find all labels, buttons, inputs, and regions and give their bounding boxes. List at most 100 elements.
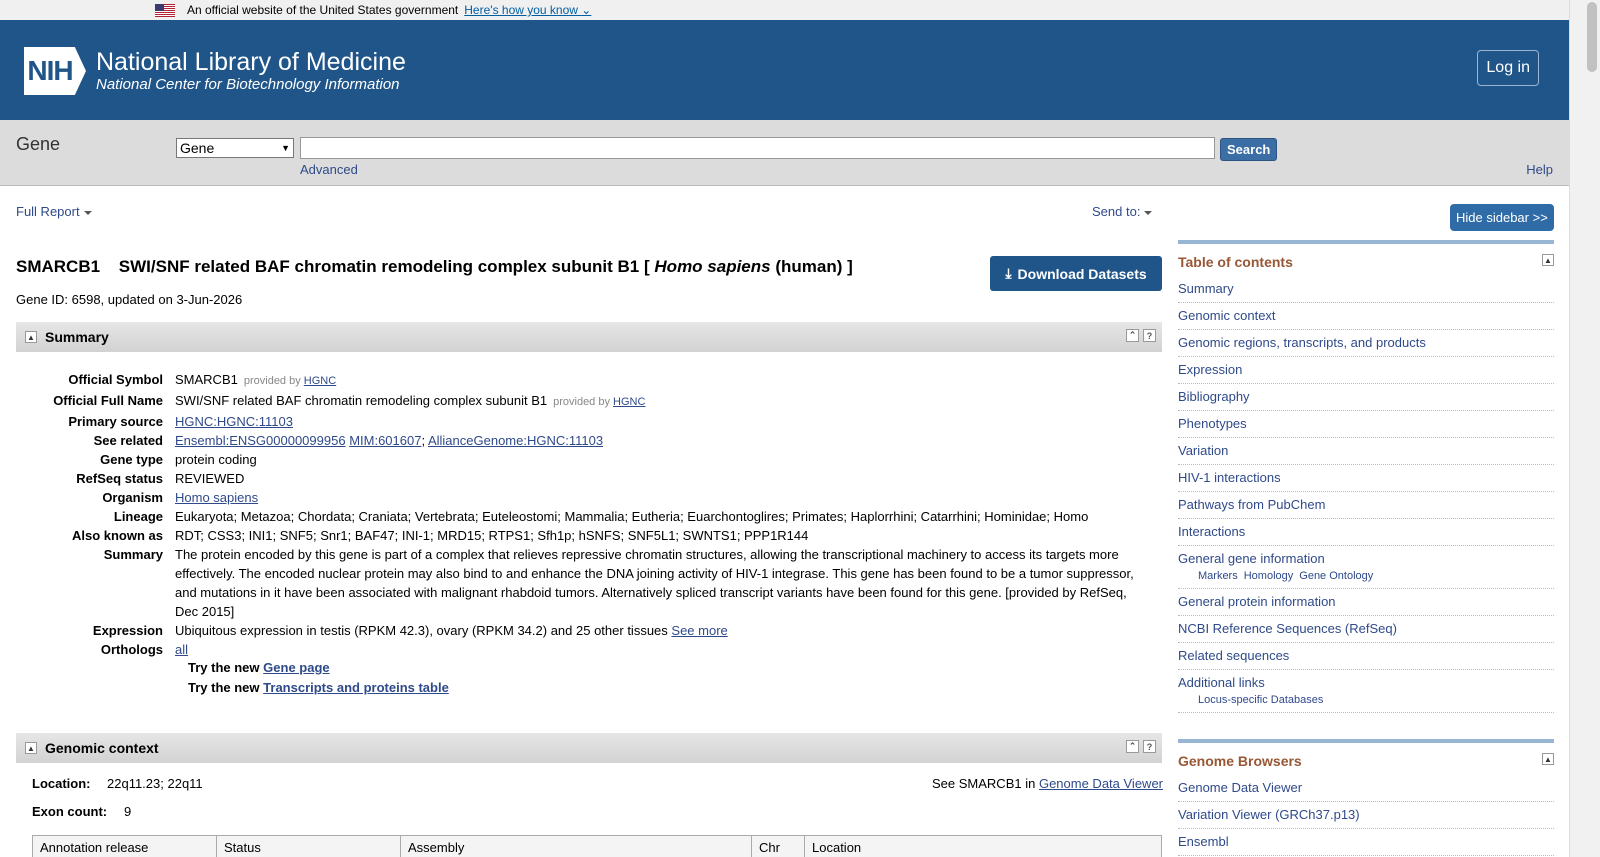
- expression-label: Expression: [92, 623, 163, 638]
- summary-text: The protein encoded by this gene is part…: [175, 547, 1134, 619]
- toc-item[interactable]: HIV-1 interactions: [1178, 465, 1554, 492]
- location-label: Location:: [32, 776, 91, 791]
- alliance-genome-link[interactable]: AllianceGenome:HGNC:11103: [428, 433, 603, 448]
- transcripts-table-link[interactable]: Transcripts and proteins table: [263, 680, 449, 695]
- gene-symbol: SMARCB1: [16, 257, 101, 276]
- chevron-down-icon: ⌄: [581, 3, 592, 17]
- toc-subitem[interactable]: Markers: [1198, 570, 1238, 582]
- genome-data-viewer-link[interactable]: Genome Data Viewer: [1039, 776, 1163, 791]
- nih-logo-mark: NIH: [24, 47, 86, 95]
- gov-banner: An official website of the United States…: [0, 0, 1569, 20]
- column-header: Location: [812, 840, 862, 855]
- sidebar-toc: Table of contents ▲ Summary Genomic conte…: [1178, 240, 1554, 856]
- hgnc-link[interactable]: HGNC: [613, 396, 645, 408]
- try-new-gene-page: Try the new Gene page: [188, 660, 330, 675]
- search-button[interactable]: Search: [1220, 138, 1278, 161]
- genomic-context-section-header[interactable]: ▲ Genomic context ⌃?: [16, 733, 1162, 763]
- caret-down-icon: [1144, 210, 1153, 215]
- collapse-icon[interactable]: ▲: [1542, 753, 1554, 765]
- primary-source-link[interactable]: HGNC:HGNC:11103: [175, 414, 293, 429]
- location-value: 22q11.23; 22q11: [107, 776, 203, 791]
- help-icon[interactable]: ?: [1143, 740, 1156, 753]
- refseq-status-value: REVIEWED: [175, 471, 245, 486]
- see-in-text: See SMARCB1 in: [932, 776, 1036, 791]
- hgnc-link[interactable]: HGNC: [304, 375, 336, 387]
- toc-item[interactable]: General gene information: [1178, 551, 1554, 566]
- exon-count-row: Exon count: 9: [32, 804, 131, 819]
- summary-table: Official Symbol SMARCB1 provided by HGNC O…: [16, 370, 1146, 659]
- genome-browser-item[interactable]: Ensembl: [1178, 829, 1554, 856]
- try-new-transcripts: Try the new Transcripts and proteins tab…: [188, 680, 449, 695]
- official-full-name-value: SWI/SNF related BAF chromatin remodeling…: [175, 393, 548, 408]
- see-more-link[interactable]: See more: [671, 623, 727, 638]
- database-title: Gene: [16, 134, 61, 154]
- also-known-as-label: Also known as: [71, 528, 163, 543]
- expression-value: Ubiquitous expression in testis (RPKM 42…: [175, 623, 668, 638]
- section-title: Genomic context: [45, 740, 159, 756]
- genome-browser-item[interactable]: Variation Viewer (GRCh37.p13): [1178, 802, 1554, 829]
- toc-item[interactable]: Interactions: [1178, 519, 1554, 546]
- toc-item[interactable]: Related sequences: [1178, 643, 1554, 670]
- collapse-icon[interactable]: ▲: [25, 742, 37, 754]
- gene-name: SWI/SNF related BAF chromatin remodeling…: [118, 257, 640, 276]
- collapse-icon[interactable]: ▲: [1542, 254, 1554, 266]
- advanced-search-link[interactable]: Advanced: [300, 162, 358, 177]
- provided-by-text: provided by: [553, 396, 610, 408]
- see-in-gdv: See SMARCB1 in Genome Data Viewer: [932, 776, 1163, 791]
- genome-browser-item[interactable]: Genome Data Viewer: [1178, 775, 1554, 802]
- nlm-logo[interactable]: NIH National Library of Medicine Nationa…: [24, 47, 406, 95]
- orthologs-all-link[interactable]: all: [175, 642, 188, 657]
- search-input[interactable]: [300, 137, 1215, 159]
- gene-page-link[interactable]: Gene page: [263, 660, 329, 675]
- toc-subitem[interactable]: Locus-specific Databases: [1198, 694, 1323, 706]
- column-header: Annotation release: [33, 836, 217, 857]
- help-icon[interactable]: ?: [1143, 329, 1156, 342]
- toc-item[interactable]: Pathways from PubChem: [1178, 492, 1554, 519]
- page-scrollbar[interactable]: [1569, 0, 1600, 857]
- toc-item[interactable]: Genomic context: [1178, 303, 1554, 330]
- toc-item[interactable]: Bibliography: [1178, 384, 1554, 411]
- toc-item[interactable]: Additional links: [1178, 675, 1554, 690]
- collapse-icon[interactable]: ▲: [25, 331, 37, 343]
- toc-subitem[interactable]: Gene Ontology: [1299, 570, 1373, 582]
- full-report-menu[interactable]: Full Report: [16, 204, 92, 219]
- how-you-know-label: Here's how you know: [464, 3, 578, 17]
- toc-item[interactable]: Phenotypes: [1178, 411, 1554, 438]
- send-to-label: Send to:: [1092, 204, 1141, 219]
- send-to-menu[interactable]: Send to:: [1092, 204, 1153, 219]
- toc-title: Table of contents: [1178, 254, 1293, 270]
- hide-sidebar-button[interactable]: Hide sidebar >>: [1450, 204, 1554, 231]
- scroll-top-icon[interactable]: ⌃: [1126, 329, 1139, 342]
- column-header: Chr: [752, 836, 805, 857]
- try-new-text: Try the new: [188, 680, 260, 695]
- toc-item-general-gene-info: General gene information Markers Homology…: [1178, 546, 1554, 589]
- lineage-value: Eukaryota; Metazoa; Chordata; Craniata; …: [175, 509, 1089, 524]
- toc-item[interactable]: Summary: [1178, 276, 1554, 303]
- login-button[interactable]: Log in: [1477, 50, 1539, 86]
- toc-subitem[interactable]: Homology: [1244, 570, 1294, 582]
- ensembl-link[interactable]: Ensembl:ENSG00000099956: [175, 433, 346, 448]
- site-subtitle: National Center for Biotechnology Inform…: [96, 76, 400, 93]
- us-flag-icon: [155, 3, 175, 17]
- mim-link[interactable]: MIM:601607: [349, 433, 421, 448]
- scrollbar-thumb[interactable]: [1587, 2, 1597, 72]
- toc-item-additional-links: Additional links Locus-specific Database…: [1178, 670, 1554, 713]
- scroll-top-icon[interactable]: ⌃: [1126, 740, 1139, 753]
- organism-link[interactable]: Homo sapiens: [175, 490, 258, 505]
- download-icon: ⤓: [1005, 265, 1012, 281]
- toc-item[interactable]: Variation: [1178, 438, 1554, 465]
- summary-section-header[interactable]: ▲ Summary ⌃?: [16, 322, 1162, 352]
- how-you-know-link[interactable]: Here's how you know ⌄: [464, 3, 591, 17]
- caret-down-icon: [83, 210, 92, 215]
- help-link[interactable]: Help: [1526, 162, 1553, 177]
- database-select[interactable]: Gene ▼: [176, 138, 294, 158]
- toc-item[interactable]: Expression: [1178, 357, 1554, 384]
- location-row: Location: 22q11.23; 22q11: [32, 776, 203, 791]
- genome-browsers-title: Genome Browsers: [1178, 753, 1302, 769]
- search-bar: Gene Gene ▼ Search Advanced Help: [0, 120, 1569, 186]
- download-datasets-button[interactable]: ⤓ Download Datasets: [990, 256, 1162, 291]
- toc-item[interactable]: Genomic regions, transcripts, and produc…: [1178, 330, 1554, 357]
- toc-item[interactable]: NCBI Reference Sequences (RefSeq): [1178, 616, 1554, 643]
- toc-item[interactable]: General protein information: [1178, 589, 1554, 616]
- bracket: [: [644, 257, 650, 276]
